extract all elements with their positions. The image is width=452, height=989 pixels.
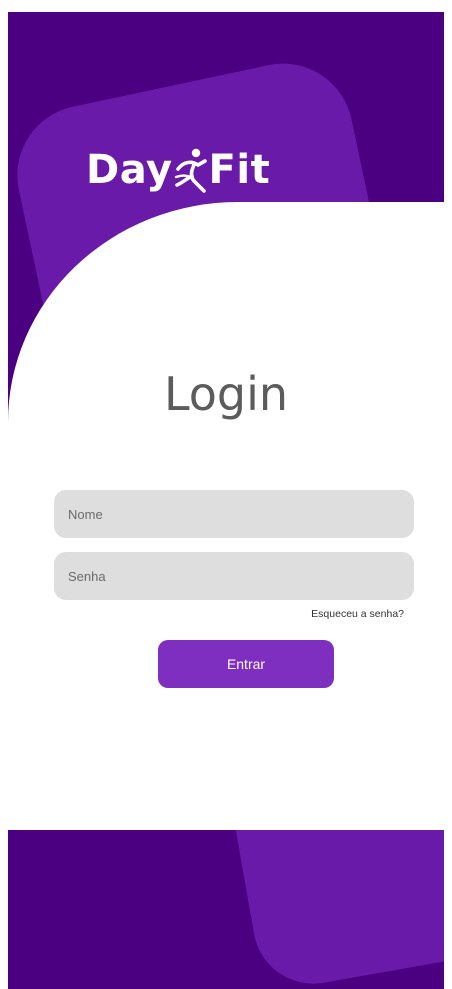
runner-icon	[174, 148, 207, 193]
logo-text-day: Day	[86, 147, 173, 193]
login-panel: Login Esqueceu a senha? Entrar	[8, 202, 444, 830]
login-screen: Day Fit Login Esqueceu a senha? Entrar	[8, 12, 444, 989]
name-input[interactable]	[54, 490, 414, 538]
dayfit-logo: Day Fit	[86, 140, 270, 200]
password-input[interactable]	[54, 552, 414, 600]
page-title: Login	[163, 367, 289, 421]
login-button[interactable]: Entrar	[158, 640, 334, 688]
logo-text-fit: Fit	[208, 147, 271, 193]
forgot-password-link[interactable]: Esqueceu a senha?	[311, 608, 404, 620]
